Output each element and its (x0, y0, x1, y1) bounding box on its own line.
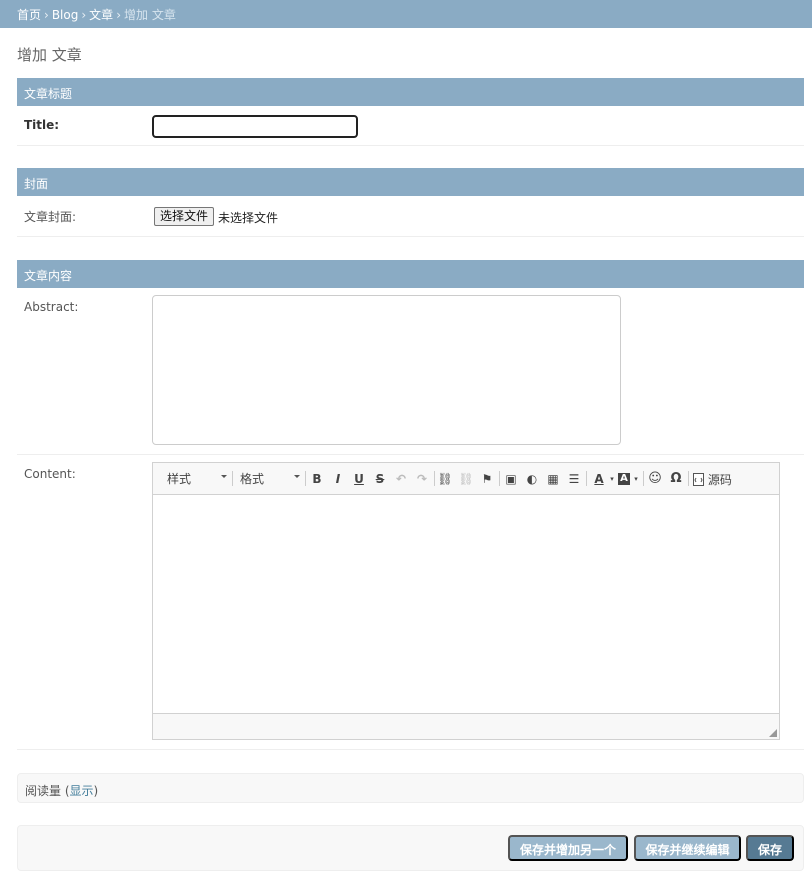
source-label: 源码 (707, 473, 732, 487)
section-heading-title: 文章标题 (17, 78, 804, 106)
title-label: Title: (24, 118, 60, 132)
smiley-icon[interactable]: ☺ (647, 471, 663, 487)
title-input[interactable] (152, 115, 358, 138)
submit-row: 保存并增加另一个 保存并继续编辑 保存 (17, 825, 804, 871)
abstract-textarea[interactable] (152, 295, 621, 445)
anchor-flag-icon[interactable]: ⚑ (479, 471, 495, 487)
content-label: Content: (24, 467, 76, 481)
breadcrumb-separator: › (81, 8, 87, 22)
source-button[interactable]: 源码 (693, 471, 732, 487)
chevron-down-icon (294, 475, 300, 478)
redo-icon[interactable]: ↷ (414, 471, 430, 487)
editor-footer (153, 713, 779, 739)
form-row-content: Content: 样式 格式 B I U S ↶ ↷ ⛓ ⛓ ⚑ ▣ ◐ ▦ ☰… (17, 455, 804, 750)
strikethrough-icon[interactable]: S (372, 471, 388, 487)
breadcrumb: 首页 › Blog › 文章 › 增加 文章 (0, 0, 812, 28)
rich-text-editor: 样式 格式 B I U S ↶ ↷ ⛓ ⛓ ⚑ ▣ ◐ ▦ ☰ A ▾ A ▾ … (152, 462, 780, 740)
style-combo-label: 样式 (167, 472, 192, 486)
toolbar-separator (232, 471, 233, 486)
cover-label: 文章封面: (24, 210, 77, 224)
form-row-cover: 文章封面: 选择文件 未选择文件 (17, 196, 804, 237)
toolbar-separator (305, 471, 306, 486)
save-button[interactable]: 保存 (746, 835, 794, 861)
style-combo[interactable]: 样式 (161, 470, 229, 487)
collapsed-fieldset-views: 阅读量 (显示) (17, 773, 804, 803)
bold-icon[interactable]: B (309, 471, 325, 487)
special-char-icon[interactable]: Ω (668, 471, 684, 487)
choose-file-button[interactable]: 选择文件 (154, 207, 215, 226)
form-row-abstract: Abstract: (17, 288, 804, 455)
page-title: 增加 文章 (17, 46, 82, 64)
section-heading-cover: 封面 (17, 168, 804, 196)
breadcrumb-separator: › (44, 8, 49, 22)
toolbar-separator (499, 471, 500, 486)
table-icon[interactable]: ▦ (545, 471, 561, 487)
format-combo[interactable]: 格式 (234, 470, 302, 487)
undo-icon[interactable]: ↶ (393, 471, 409, 487)
link-icon[interactable]: ⛓ (437, 471, 453, 487)
chevron-down-icon: ▾ (634, 475, 638, 483)
breadcrumb-home-link[interactable]: 首页 (17, 8, 41, 22)
editor-toolbar: 样式 格式 B I U S ↶ ↷ ⛓ ⛓ ⚑ ▣ ◐ ▦ ☰ A ▾ A ▾ … (153, 463, 779, 495)
underline-icon[interactable]: U (351, 471, 367, 487)
chevron-down-icon (221, 475, 227, 478)
horizontal-rule-icon[interactable]: ☰ (566, 471, 582, 487)
show-toggle-link[interactable]: 显示 (70, 784, 94, 798)
format-combo-label: 格式 (240, 472, 265, 486)
flash-icon[interactable]: ◐ (524, 471, 540, 487)
toolbar-separator (434, 471, 435, 486)
resize-grip-icon[interactable] (769, 729, 777, 737)
toolbar-separator (586, 471, 587, 486)
toolbar-separator (643, 471, 644, 486)
breadcrumb-app-link[interactable]: Blog (52, 8, 79, 22)
toolbar-separator (688, 471, 689, 486)
abstract-label: Abstract: (24, 300, 79, 314)
breadcrumb-current: 增加 文章 (124, 8, 176, 22)
editor-content-area[interactable] (153, 496, 779, 714)
save-and-add-another-button[interactable]: 保存并增加另一个 (508, 835, 628, 861)
italic-icon[interactable]: I (330, 471, 346, 487)
unlink-icon[interactable]: ⛓ (458, 471, 474, 487)
section-heading-content: 文章内容 (17, 260, 804, 288)
image-icon[interactable]: ▣ (503, 471, 519, 487)
source-icon (693, 473, 704, 486)
file-status-text: 未选择文件 (218, 211, 279, 225)
form-row-title: Title: (17, 106, 804, 146)
breadcrumb-model-link[interactable]: 文章 (89, 8, 113, 22)
save-and-continue-button[interactable]: 保存并继续编辑 (634, 835, 741, 861)
collapsed-fieldset-label: 阅读量 (25, 784, 62, 798)
breadcrumb-separator: › (116, 8, 121, 22)
